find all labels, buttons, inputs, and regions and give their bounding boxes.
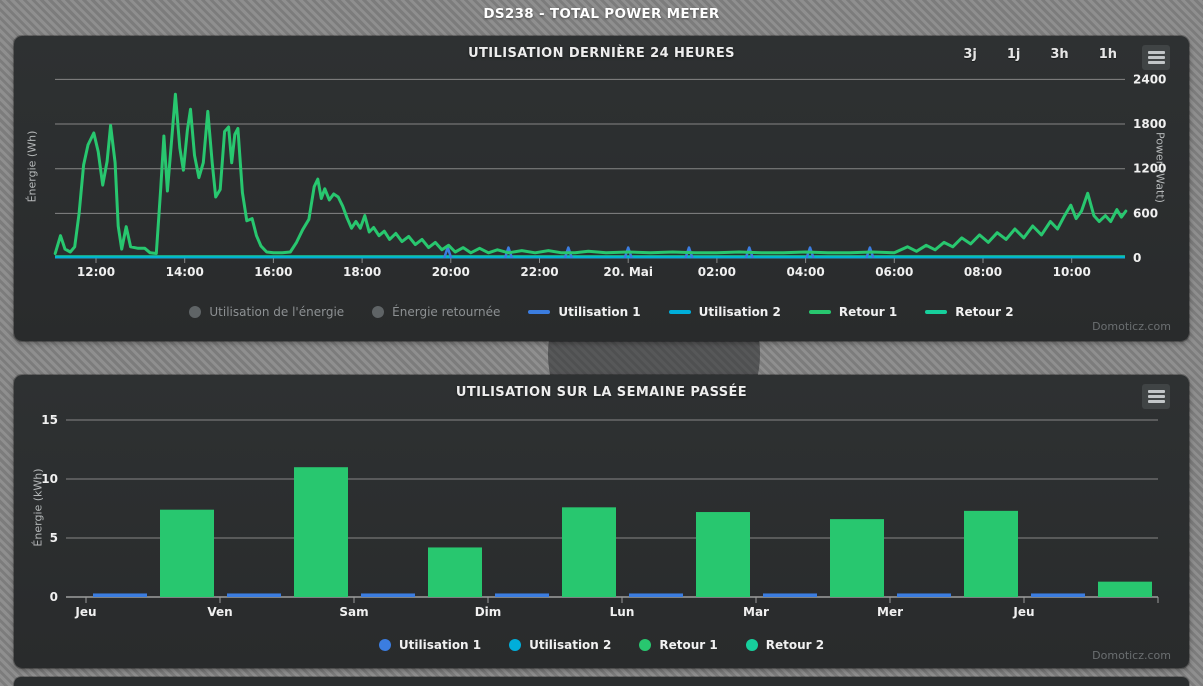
legend-week: Utilisation 1 Utilisation 2 Retour 1 Retour… bbox=[14, 638, 1189, 652]
bar-utilisation1[interactable] bbox=[763, 593, 817, 597]
legend-line-marker bbox=[528, 310, 550, 314]
x-tick-label: 22:00 bbox=[520, 265, 558, 279]
bar-utilisation1[interactable] bbox=[227, 593, 281, 597]
legend-label: Utilisation 1 bbox=[558, 305, 640, 319]
x-tick-label: 14:00 bbox=[166, 265, 204, 279]
legend-item--nergie-retourn-e[interactable]: Énergie retournée bbox=[372, 305, 500, 319]
legend-line-marker bbox=[925, 310, 947, 314]
legend-label: Retour 1 bbox=[839, 305, 897, 319]
x-tick-label: 10:00 bbox=[1053, 265, 1091, 279]
legend-item-utilisation-2[interactable]: Utilisation 2 bbox=[669, 305, 781, 319]
y-tick-label: 15 bbox=[41, 413, 58, 427]
range-button-1h[interactable]: 1h bbox=[1099, 47, 1117, 62]
panel-last-24h: UTILISATION DERNIÈRE 24 HEURES 3j 1j 3h … bbox=[14, 36, 1189, 341]
chart-title-week: UTILISATION SUR LA SEMAINE PASSÉE bbox=[14, 385, 1189, 400]
legend-24h: Utilisation de l'énergie Énergie retourné… bbox=[14, 305, 1189, 319]
legend-circle-marker bbox=[746, 639, 758, 651]
legend-circle-marker bbox=[372, 306, 384, 318]
x-category-label: Lun bbox=[610, 605, 635, 619]
legend-label: Énergie retournée bbox=[392, 305, 500, 319]
page-title: DS238 - TOTAL POWER METER bbox=[0, 0, 1203, 28]
legend-label: Retour 1 bbox=[659, 638, 717, 652]
legend-item-utilisation-de-l-nergie[interactable]: Utilisation de l'énergie bbox=[189, 305, 344, 319]
time-range-buttons: 3j 1j 3h 1h bbox=[963, 47, 1117, 62]
legend-item-utilisation-1[interactable]: Utilisation 1 bbox=[528, 305, 640, 319]
x-tick-label: 12:00 bbox=[77, 265, 115, 279]
x-category-label: Sam bbox=[339, 605, 368, 619]
hamburger-menu-icon[interactable] bbox=[1142, 45, 1170, 70]
bar-retour1[interactable] bbox=[964, 511, 1018, 597]
legend-item-retour-1[interactable]: Retour 1 bbox=[639, 638, 717, 652]
bar-retour1[interactable] bbox=[1098, 582, 1152, 597]
bar-retour1[interactable] bbox=[562, 507, 616, 597]
bar-retour1[interactable] bbox=[294, 467, 348, 597]
x-tick-label: 02:00 bbox=[698, 265, 736, 279]
panel-last-week: UTILISATION SUR LA SEMAINE PASSÉE Énergi… bbox=[14, 375, 1189, 668]
y-axis-title-energy-wh: Énergie (Wh) bbox=[26, 112, 39, 222]
series-retour1-line[interactable] bbox=[55, 94, 1126, 253]
legend-item-retour-2[interactable]: Retour 2 bbox=[925, 305, 1013, 319]
y-axis-title-energy-kwh: Énergie (kWh) bbox=[32, 453, 45, 563]
domoticz-watermark: Domoticz.com bbox=[1092, 320, 1171, 333]
bar-utilisation1[interactable] bbox=[495, 593, 549, 597]
bar-utilisation1[interactable] bbox=[361, 593, 415, 597]
y-axis-title-power-watt: Power (Watt) bbox=[1154, 113, 1167, 223]
legend-line-marker bbox=[809, 310, 831, 314]
legend-label: Utilisation 2 bbox=[699, 305, 781, 319]
x-tick-label: 16:00 bbox=[254, 265, 292, 279]
legend-item-retour-1[interactable]: Retour 1 bbox=[809, 305, 897, 319]
legend-item-utilisation-1[interactable]: Utilisation 1 bbox=[379, 638, 481, 652]
x-category-label: Mer bbox=[877, 605, 903, 619]
x-tick-label: 06:00 bbox=[875, 265, 913, 279]
legend-label: Utilisation 1 bbox=[399, 638, 481, 652]
x-tick-label: 20:00 bbox=[432, 265, 470, 279]
bar-utilisation1[interactable] bbox=[629, 593, 683, 597]
next-panel-edge bbox=[14, 677, 1189, 686]
line-chart-24h: 060012001800240012:0014:0016:0018:0020:0… bbox=[14, 36, 1189, 341]
legend-line-marker bbox=[669, 310, 691, 314]
range-button-3h[interactable]: 3h bbox=[1050, 47, 1068, 62]
y-tick-label: 0 bbox=[50, 590, 58, 604]
legend-label: Utilisation 2 bbox=[529, 638, 611, 652]
bar-retour1[interactable] bbox=[428, 547, 482, 597]
legend-item-retour-2[interactable]: Retour 2 bbox=[746, 638, 824, 652]
domoticz-watermark: Domoticz.com bbox=[1092, 649, 1171, 662]
range-button-1j[interactable]: 1j bbox=[1007, 47, 1021, 62]
x-category-label: Jeu bbox=[1012, 605, 1034, 619]
y-tick-label: 5 bbox=[50, 531, 58, 545]
x-category-label: Jeu bbox=[74, 605, 96, 619]
bar-retour1[interactable] bbox=[696, 512, 750, 597]
x-tick-label: 08:00 bbox=[964, 265, 1002, 279]
bar-utilisation1[interactable] bbox=[1031, 593, 1085, 597]
legend-circle-marker bbox=[639, 639, 651, 651]
legend-item-utilisation-2[interactable]: Utilisation 2 bbox=[509, 638, 611, 652]
x-tick-label: 18:00 bbox=[343, 265, 381, 279]
range-button-3j[interactable]: 3j bbox=[963, 47, 977, 62]
hamburger-menu-icon[interactable] bbox=[1142, 384, 1170, 409]
x-category-label: Ven bbox=[207, 605, 232, 619]
bar-utilisation1[interactable] bbox=[93, 593, 147, 597]
legend-circle-marker bbox=[189, 306, 201, 318]
bar-utilisation1[interactable] bbox=[897, 593, 951, 597]
y-right-tick-label: 2400 bbox=[1133, 72, 1166, 86]
x-tick-label: 20. Mai bbox=[603, 265, 653, 279]
x-category-label: Mar bbox=[743, 605, 769, 619]
legend-circle-marker bbox=[509, 639, 521, 651]
bar-chart-week: 051015JeuVenSamDimLunMarMerJeu bbox=[14, 375, 1189, 668]
bar-retour1[interactable] bbox=[160, 510, 214, 597]
y-right-tick-label: 0 bbox=[1133, 251, 1141, 265]
x-tick-label: 04:00 bbox=[786, 265, 824, 279]
legend-circle-marker bbox=[379, 639, 391, 651]
legend-label: Utilisation de l'énergie bbox=[209, 305, 344, 319]
legend-label: Retour 2 bbox=[955, 305, 1013, 319]
legend-label: Retour 2 bbox=[766, 638, 824, 652]
x-category-label: Dim bbox=[475, 605, 502, 619]
bar-retour1[interactable] bbox=[830, 519, 884, 597]
